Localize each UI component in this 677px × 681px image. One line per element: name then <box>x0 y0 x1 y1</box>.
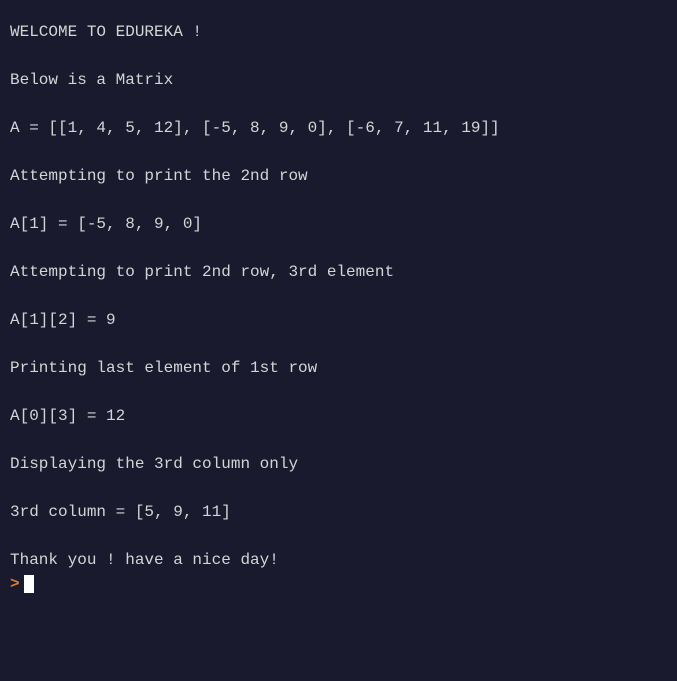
cursor-icon <box>24 575 34 593</box>
output-line-display-col3: Displaying the 3rd column only <box>10 452 667 476</box>
output-line-col3-out: 3rd column = [5, 9, 11] <box>10 500 667 524</box>
output-line-print-last-elem: Printing last element of 1st row <box>10 356 667 380</box>
output-line-last-elem-out: A[0][3] = 12 <box>10 404 667 428</box>
output-line-attempt-row2-elem3: Attempting to print 2nd row, 3rd element <box>10 260 667 284</box>
output-line-welcome: WELCOME TO EDUREKA ! <box>10 20 667 44</box>
output-line-row2-out: A[1] = [-5, 8, 9, 0] <box>10 212 667 236</box>
output-line-row2-elem3-out: A[1][2] = 9 <box>10 308 667 332</box>
prompt-line[interactable]: > <box>10 572 667 596</box>
output-line-matrix-def: A = [[1, 4, 5, 12], [-5, 8, 9, 0], [-6, … <box>10 116 667 140</box>
prompt-icon: > <box>10 572 20 596</box>
output-line-attempt-row2: Attempting to print the 2nd row <box>10 164 667 188</box>
output-line-thanks: Thank you ! have a nice day! <box>10 548 667 572</box>
output-line-below: Below is a Matrix <box>10 68 667 92</box>
